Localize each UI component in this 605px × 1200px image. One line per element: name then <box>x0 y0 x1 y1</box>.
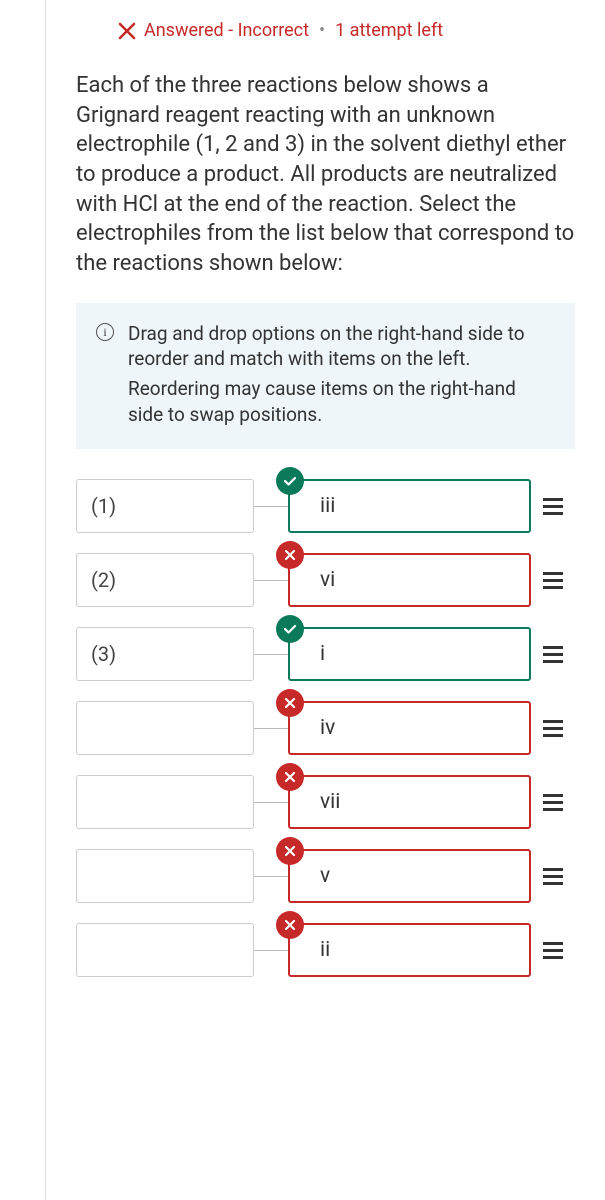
drag-handle-icon[interactable] <box>531 794 575 811</box>
left-item-2: (2) <box>76 553 254 607</box>
drag-handle-icon[interactable] <box>531 498 575 515</box>
drag-handle-icon[interactable] <box>531 942 575 959</box>
right-row: iii <box>254 479 575 533</box>
left-item-1: (1) <box>76 479 254 533</box>
left-item-3: (3) <box>76 627 254 681</box>
connector-line <box>254 506 288 507</box>
right-item-label: i <box>320 642 325 666</box>
right-item-label: iii <box>320 494 335 518</box>
match-area: (1) (2) (3) iii <box>76 479 575 977</box>
x-icon <box>276 763 304 791</box>
right-item-6[interactable]: v <box>288 849 531 903</box>
right-row: vii <box>254 775 575 829</box>
connector-line <box>254 728 288 729</box>
right-row: ii <box>254 923 575 977</box>
left-item-4 <box>76 701 254 755</box>
connector-line <box>254 580 288 581</box>
left-item-label: (1) <box>91 494 116 518</box>
right-row: iv <box>254 701 575 755</box>
connector-line <box>254 950 288 951</box>
drag-handle-icon[interactable] <box>531 868 575 885</box>
status-text: Answered - Incorrect <box>144 20 309 41</box>
x-icon <box>276 837 304 865</box>
bullet-separator: • <box>319 20 325 41</box>
right-item-1[interactable]: iii <box>288 479 531 533</box>
drag-handle-icon[interactable] <box>531 572 575 589</box>
check-icon <box>276 467 304 495</box>
left-item-6 <box>76 849 254 903</box>
right-item-7[interactable]: ii <box>288 923 531 977</box>
right-row: v <box>254 849 575 903</box>
info-line-2: Reordering may cause items on the right-… <box>128 376 555 427</box>
right-item-3[interactable]: i <box>288 627 531 681</box>
drag-handle-icon[interactable] <box>531 720 575 737</box>
check-icon <box>276 615 304 643</box>
right-row: vi <box>254 553 575 607</box>
right-item-label: vii <box>320 790 340 814</box>
x-icon <box>276 911 304 939</box>
right-item-2[interactable]: vi <box>288 553 531 607</box>
right-item-label: v <box>320 864 330 888</box>
question-text: Each of the three reactions below shows … <box>76 71 575 279</box>
left-column: (1) (2) (3) <box>76 479 254 977</box>
right-column: iii vi <box>254 479 575 977</box>
right-item-label: vi <box>320 568 335 592</box>
right-item-4[interactable]: iv <box>288 701 531 755</box>
x-icon <box>118 22 136 40</box>
connector-line <box>254 802 288 803</box>
info-icon: i <box>96 323 114 341</box>
right-row: i <box>254 627 575 681</box>
connector-line <box>254 876 288 877</box>
drag-handle-icon[interactable] <box>531 646 575 663</box>
left-item-5 <box>76 775 254 829</box>
right-item-label: iv <box>320 716 335 740</box>
right-item-5[interactable]: vii <box>288 775 531 829</box>
status-bar: Answered - Incorrect • 1 attempt left <box>46 0 605 61</box>
info-box: i Drag and drop options on the right-han… <box>76 303 575 450</box>
attempts-left: 1 attempt left <box>335 20 443 41</box>
right-item-label: ii <box>320 938 330 962</box>
left-item-7 <box>76 923 254 977</box>
info-line-1: Drag and drop options on the right-hand … <box>128 321 555 372</box>
x-icon <box>276 689 304 717</box>
connector-line <box>254 654 288 655</box>
left-item-label: (3) <box>91 642 116 666</box>
x-icon <box>276 541 304 569</box>
left-item-label: (2) <box>91 568 116 592</box>
